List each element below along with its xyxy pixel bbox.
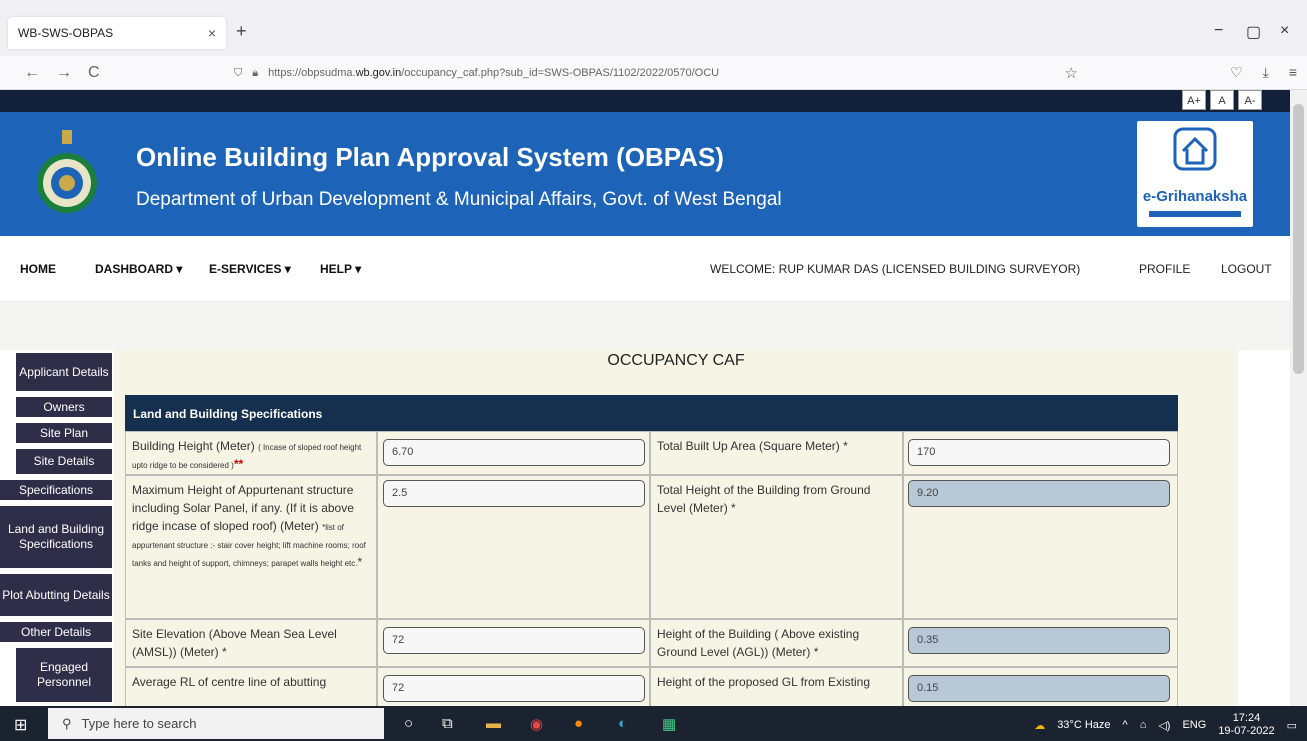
height-agl-input[interactable]: 0.35 (908, 627, 1170, 654)
page-scrollbar[interactable] (1290, 90, 1307, 706)
sidebar-item-site-details[interactable]: Site Details (16, 449, 112, 476)
menu-e-services[interactable]: E-SERVICES ▾ (209, 262, 291, 276)
network-icon[interactable]: ⌂ (1140, 719, 1147, 731)
sidebar-item-specifications[interactable]: Specifications (0, 480, 112, 502)
shield-icon: ⛉ (234, 66, 243, 79)
house-icon: e-Grihanaksha (1143, 127, 1248, 217)
site-banner: Online Building Plan Approval System (OB… (0, 112, 1290, 236)
file-explorer-icon[interactable]: ▬ (486, 715, 501, 732)
label-building-height: Building Height (Meter) ( Incase of slop… (125, 431, 377, 475)
sidebar-item-site-plan[interactable]: Site Plan (16, 423, 112, 445)
proposed-gl-height-input[interactable]: 0.15 (908, 675, 1170, 702)
lock-icon: 🔒︎ (252, 66, 259, 79)
menu-logout[interactable]: LOGOUT (1221, 262, 1272, 276)
total-built-up-area-input[interactable]: 170 (908, 439, 1170, 466)
menu-profile[interactable]: PROFILE (1139, 262, 1190, 276)
windows-start-icon[interactable]: ⊞ (14, 715, 27, 735)
label-site-elevation: Site Elevation (Above Mean Sea Level (AM… (125, 619, 377, 667)
download-icon[interactable]: ⤓ (1263, 64, 1269, 81)
task-view-icon[interactable]: ⧉ (442, 715, 453, 732)
reload-button[interactable]: C (88, 64, 100, 82)
url-bar[interactable]: ⛉ 🔒︎ https://obpsudma.wb.gov.in/occupanc… (222, 60, 1092, 86)
sidebar-item-applicant-details[interactable]: Applicant Details (16, 353, 112, 393)
chrome-icon[interactable]: ◉ (530, 715, 543, 733)
search-placeholder: Type here to search (81, 716, 197, 731)
browser-toolbar-icons: ♡ ⤓ ≡ (1230, 64, 1297, 81)
url-text: https://obpsudma.wb.gov.in/occupancy_caf… (268, 67, 720, 79)
pocket-icon[interactable]: ♡ (1230, 64, 1243, 81)
weather-icon: ☁ (1034, 719, 1046, 732)
welcome-text: WELCOME: RUP KUMAR DAS (LICENSED BUILDIN… (710, 262, 1081, 276)
site-title: Online Building Plan Approval System (OB… (136, 142, 724, 172)
total-height-building-input[interactable]: 9.20 (908, 480, 1170, 507)
sidebar-item-owners[interactable]: Owners (16, 397, 112, 419)
browser-tabbar: WB-SWS-OBPAS × + − ▢ × (0, 0, 1307, 56)
tray-chevron-icon[interactable]: ^ (1123, 719, 1128, 731)
new-tab-button[interactable]: + (236, 21, 247, 42)
site-elevation-input[interactable]: 72 (383, 627, 645, 654)
menu-icon[interactable]: ≡ (1289, 64, 1297, 81)
label-height-agl: Height of the Building ( Above existing … (650, 619, 903, 667)
label-max-height-appurtenant: Maximum Height of Appurtenant structure … (125, 475, 377, 619)
app-icon[interactable]: ▦ (662, 715, 676, 733)
sidebar-item-engaged-personnel[interactable]: Engaged Personnel (16, 648, 112, 704)
clock-date: 19-07-2022 (1218, 725, 1275, 738)
language-indicator[interactable]: ENG (1182, 719, 1206, 731)
forward-button[interactable]: → (56, 64, 72, 82)
web-page: A+ A A- Online Building Plan Approval Sy… (0, 90, 1290, 706)
sidebar-item-plot-abutting-details[interactable]: Plot Abutting Details (0, 574, 112, 618)
average-rl-input[interactable]: 72 (383, 675, 645, 702)
search-icon: ⚲ (62, 715, 72, 731)
system-tray: ☁ 33°C Haze ^ ⌂ ◁) ENG 17:24 19-07-2022 … (1034, 712, 1297, 738)
font-increase-button[interactable]: A+ (1182, 90, 1206, 110)
tab-title: WB-SWS-OBPAS (18, 26, 114, 40)
firefox-icon[interactable]: ● (574, 715, 583, 732)
sidebar-item-other-details[interactable]: Other Details (0, 622, 112, 644)
max-height-appurtenant-input[interactable]: 2.5 (383, 480, 645, 507)
tab-close-icon[interactable]: × (208, 25, 216, 41)
label-average-rl: Average RL of centre line of abutting (125, 667, 377, 706)
cortana-icon[interactable]: ○ (404, 715, 413, 732)
close-window-button[interactable]: × (1280, 22, 1289, 40)
browser-navbar: ← → C ⛉ 🔒︎ https://obpsudma.wb.gov.in/oc… (0, 56, 1307, 90)
minimize-button[interactable]: − (1214, 22, 1223, 40)
volume-icon[interactable]: ◁) (1158, 719, 1170, 732)
label-total-built-up-area: Total Built Up Area (Square Meter) * (650, 431, 903, 475)
weather-text[interactable]: 33°C Haze (1057, 719, 1110, 731)
sidebar-item-land-building-specifications[interactable]: Land and Building Specifications (0, 506, 112, 570)
main-menu: HOME DASHBOARD ▾ E-SERVICES ▾ HELP ▾ WEL… (0, 236, 1290, 302)
font-size-controls: A+ A A- (1182, 90, 1262, 110)
back-button[interactable]: ← (24, 64, 40, 82)
bookmark-star-icon[interactable]: ☆ (1065, 64, 1078, 82)
state-emblem-icon (37, 130, 97, 213)
form-title: OCCUPANCY CAF (607, 352, 745, 369)
browser-tab[interactable]: WB-SWS-OBPAS × (8, 17, 226, 49)
scrollbar-thumb[interactable] (1293, 104, 1304, 374)
building-height-input[interactable]: 6.70 (383, 439, 645, 466)
logo-text: e-Grihanaksha (1143, 188, 1248, 205)
clock[interactable]: 17:24 19-07-2022 (1218, 712, 1274, 738)
menu-dashboard[interactable]: DASHBOARD ▾ (95, 262, 182, 276)
edge-icon[interactable]: ◐ (618, 715, 627, 732)
section-header: Land and Building Specifications (125, 395, 1178, 431)
notification-icon[interactable]: ▭ (1287, 719, 1297, 732)
clock-time: 17:24 (1232, 712, 1261, 724)
menu-home[interactable]: HOME (20, 262, 56, 276)
maximize-button[interactable]: ▢ (1246, 22, 1261, 42)
label-total-height-building: Total Height of the Building from Ground… (650, 475, 903, 619)
site-subtitle: Department of Urban Development & Munici… (136, 189, 782, 210)
menu-help[interactable]: HELP ▾ (320, 262, 361, 276)
taskbar-search[interactable]: ⚲ Type here to search (48, 708, 384, 739)
font-decrease-button[interactable]: A- (1238, 90, 1262, 110)
e-grihanaksha-logo: e-Grihanaksha (1137, 121, 1253, 227)
label-proposed-gl-height: Height of the proposed GL from Existing (650, 667, 903, 706)
decorative-strip (0, 302, 1290, 350)
windows-taskbar: ⊞ ⚲ Type here to search ○ ⧉ ▬ ◉ ● ◐ ▦ ☁ … (0, 706, 1307, 741)
font-normal-button[interactable]: A (1210, 90, 1234, 110)
top-strip: A+ A A- (0, 90, 1290, 112)
